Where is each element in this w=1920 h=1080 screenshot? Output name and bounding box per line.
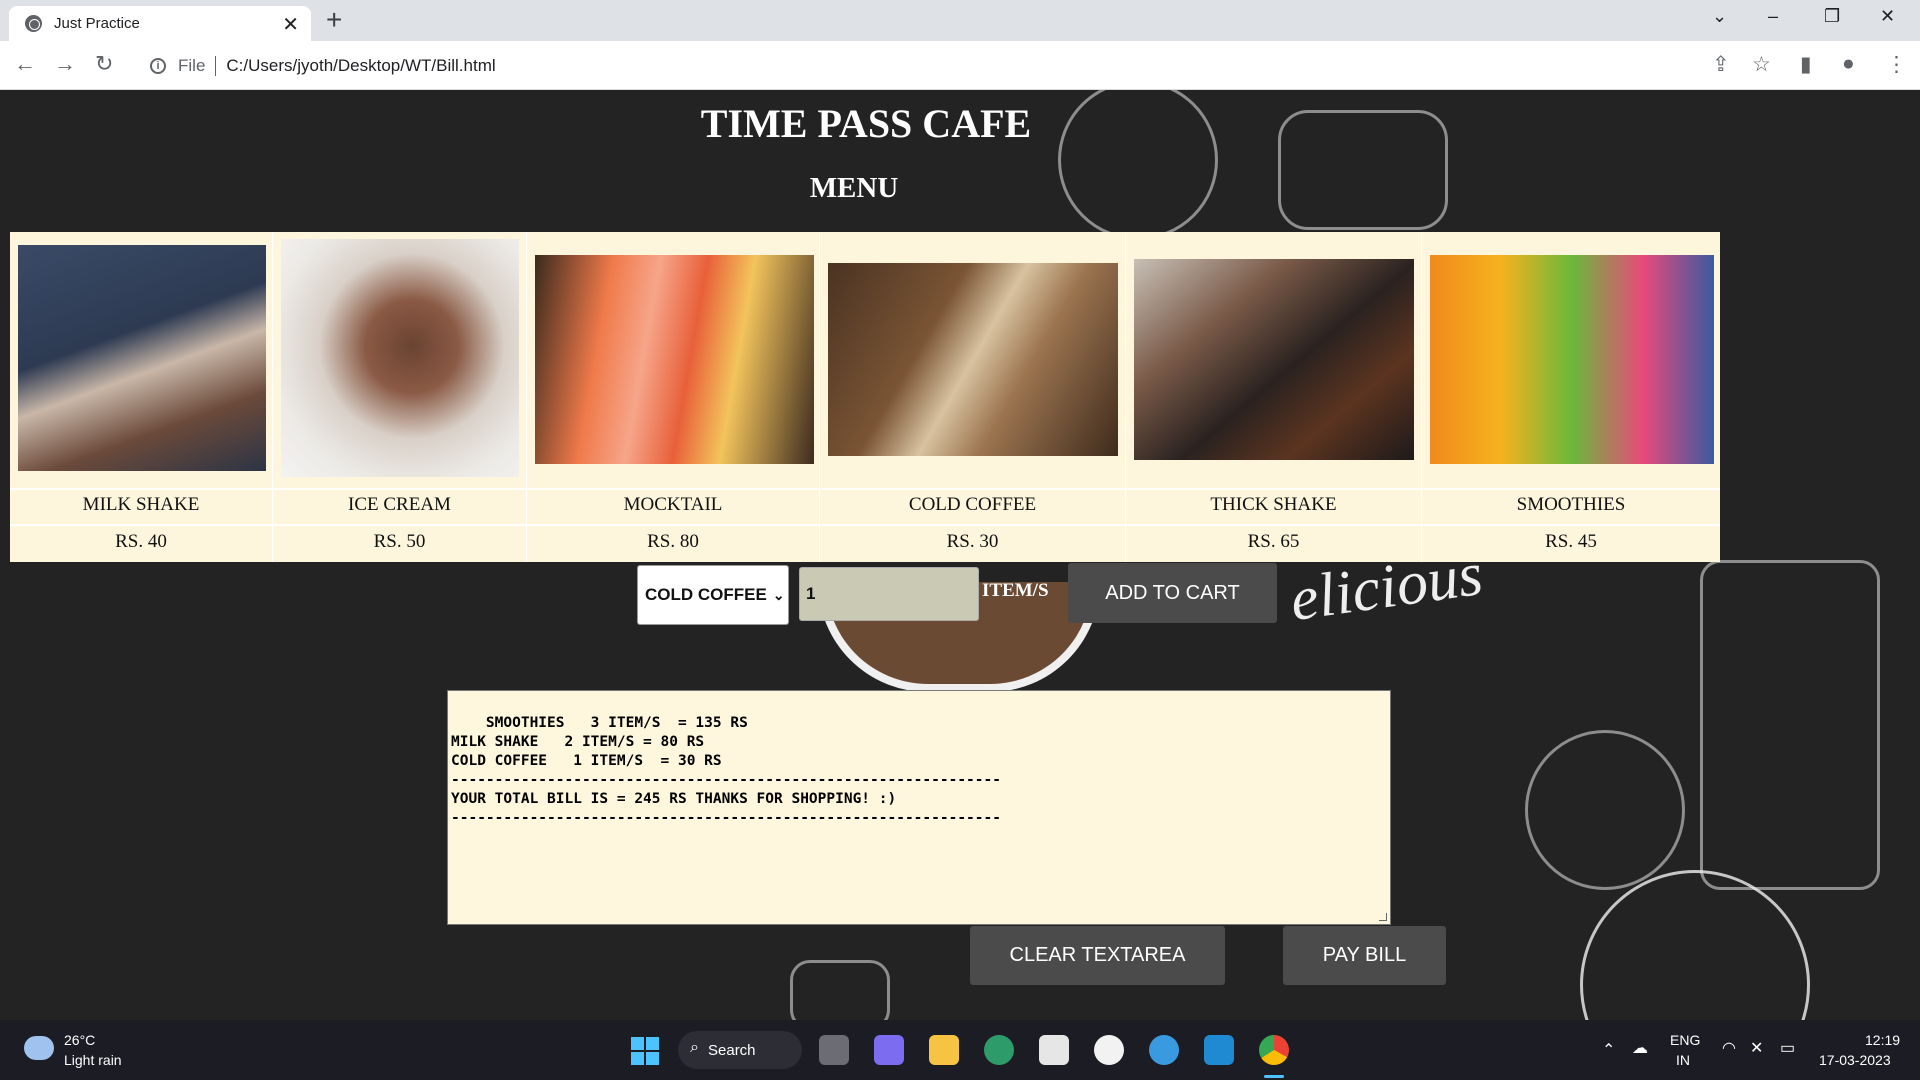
cup-doodle [1700,560,1880,890]
close-tab-icon[interactable]: ✕ [282,12,299,37]
page-content: elicious TIME PASS CAFE MENU MILK SHAKE … [0,90,1920,1020]
menu-heading: MENU [809,172,899,204]
bill-text: SMOOTHIES 3 ITEM/S = 135 RS MILK SHAKE 2… [451,715,1001,826]
active-app-indicator [1264,1075,1284,1078]
clock-time[interactable]: 12:19 [1865,1032,1900,1048]
menu-item-smoothies[interactable]: SMOOTHIES RS. 45 [1422,232,1720,562]
new-tab-icon[interactable]: + [326,4,342,36]
menu-item-mocktail[interactable]: MOCKTAIL RS. 80 [527,232,820,562]
chrome-icon[interactable] [1259,1035,1289,1065]
store-icon[interactable] [1039,1035,1069,1065]
info-icon[interactable]: i [150,57,166,74]
item-price: RS. 40 [115,531,167,552]
menu-item-cold-coffee[interactable]: COLD COFFEE RS. 30 [820,232,1126,562]
side-panel-icon[interactable]: ▮ [1800,52,1812,77]
onedrive-icon[interactable]: ☁ [1632,1038,1648,1058]
weather-desc: Light rain [64,1052,122,1068]
taskbar: 26°C Light rain ⌕ Search ⌃ ☁ ENG IN ◠ ✕ … [0,1020,1920,1080]
back-icon[interactable]: ← [14,51,36,77]
smoothies-image [1430,255,1714,464]
tab-search-icon[interactable]: ⌄ [1712,6,1727,27]
bill-textarea[interactable]: SMOOTHIES 3 ITEM/S = 135 RS MILK SHAKE 2… [447,690,1391,925]
help-icon[interactable] [1149,1035,1179,1065]
ice-cream-image [281,239,519,477]
teams-icon[interactable] [874,1035,904,1065]
wifi-icon[interactable]: ◠ [1722,1038,1736,1058]
url-text[interactable]: C:/Users/jyoth/Desktop/WT/Bill.html [226,56,495,76]
weather-temp: 26°C [64,1032,96,1048]
reload-icon[interactable]: ↻ [95,51,113,77]
item-name: COLD COFFEE [908,494,1037,515]
browser-toolbar: ← → ↻ i File C:/Users/jyoth/Desktop/WT/B… [0,41,1920,90]
menu-item-milk-shake[interactable]: MILK SHAKE RS. 40 [10,232,273,562]
cafe-title: TIME PASS CAFE [700,101,1032,146]
weather-cloud-icon[interactable] [24,1036,54,1060]
menu-table: MILK SHAKE RS. 40 ICE CREAM RS. 50 MOCKT… [10,232,1720,562]
pay-bill-button[interactable]: PAY BILL [1283,926,1446,985]
clock-date[interactable]: 17-03-2023 [1819,1052,1891,1068]
globe-icon [25,15,42,32]
menu-kebab-icon[interactable]: ⋮ [1886,52,1907,77]
app-icon[interactable] [1094,1035,1124,1065]
forward-icon[interactable]: → [54,51,76,77]
item-name: ICE CREAM [348,494,451,515]
separator [215,55,217,76]
file-label: File [178,55,206,75]
quantity-label: ITEM/S [982,580,1049,601]
item-name: MILK SHAKE [82,494,200,515]
edge-icon[interactable] [984,1035,1014,1065]
item-price: RS. 65 [1247,531,1300,552]
lang-bottom[interactable]: IN [1676,1052,1690,1068]
minimize-icon[interactable]: – [1768,6,1778,27]
chevron-down-icon: ⌄ [772,586,785,603]
item-select[interactable]: COLD COFFEE ⌄ [637,565,789,625]
item-name: MOCKTAIL [623,494,723,515]
taskbar-search[interactable]: ⌕ Search [678,1031,802,1069]
start-icon[interactable] [631,1037,659,1065]
mute-icon[interactable]: ✕ [1750,1038,1763,1058]
blender-doodle [790,960,890,1020]
share-icon[interactable]: ⇪ [1712,52,1730,77]
clear-textarea-button[interactable]: CLEAR TEXTAREA [970,926,1225,985]
lang-top[interactable]: ENG [1670,1032,1700,1048]
close-window-icon[interactable]: ✕ [1880,6,1895,27]
vscode-icon[interactable] [1204,1035,1234,1065]
add-to-cart-button[interactable]: ADD TO CART [1068,563,1277,623]
menu-item-thick-shake[interactable]: THICK SHAKE RS. 65 [1126,232,1422,562]
tab-title: Just Practice [54,15,140,32]
item-name: SMOOTHIES [1516,494,1626,515]
browser-tab-strip: Just Practice ✕ + ⌄ – ❐ ✕ [0,0,1920,41]
item-name: THICK SHAKE [1210,494,1337,515]
menu-item-ice-cream[interactable]: ICE CREAM RS. 50 [273,232,527,562]
orange-slice-doodle [1525,730,1685,890]
selected-item: COLD COFFEE [645,585,767,604]
address-bar[interactable]: i File C:/Users/jyoth/Desktop/WT/Bill.ht… [140,47,1718,84]
restore-icon[interactable]: ❐ [1824,6,1840,27]
search-icon: ⌕ [690,1039,699,1056]
mocktail-image [535,255,814,464]
browser-tab[interactable]: Just Practice ✕ [9,6,311,41]
item-price: RS. 30 [946,531,999,552]
profile-icon[interactable]: ● [1842,52,1855,76]
item-price: RS. 50 [373,531,426,552]
milk-shake-image [18,245,266,471]
file-explorer-icon[interactable] [929,1035,959,1065]
item-price: RS. 45 [1545,531,1597,552]
quantity-input[interactable]: 1 [799,567,979,621]
thick-shake-image [1134,259,1414,460]
resize-handle-icon[interactable] [1379,913,1387,921]
chevron-up-icon[interactable]: ⌃ [1602,1040,1615,1060]
cold-coffee-image [828,263,1118,456]
battery-icon[interactable]: ▭ [1780,1038,1795,1058]
task-view-icon[interactable] [819,1035,849,1065]
coffee-cup-doodle [1580,870,1810,1020]
bookmark-star-icon[interactable]: ☆ [1752,52,1771,77]
item-price: RS. 80 [647,531,699,552]
search-label: Search [708,1041,756,1059]
